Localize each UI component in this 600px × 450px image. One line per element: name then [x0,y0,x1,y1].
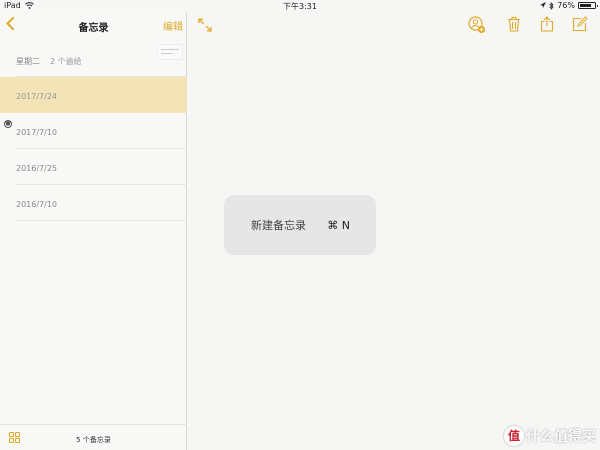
watermark-text: 什么值得买 [526,429,596,445]
note-item-2017-7-10[interactable]: ● 2017/7/10 [4,113,187,149]
sidebar-title: 备忘录 [78,23,109,34]
note-date: 星期二 [16,57,40,66]
note-editor[interactable]: 新建备忘录 ⌘ N [188,12,600,450]
sidebar-header: 备忘录 编辑 [0,12,187,38]
note-list: 星期二 2 个逾给 2017/7/24 ● 2017/7/10 2016/7/2… [0,41,187,221]
note-date: 2016/7/25 [16,164,58,173]
note-count: 5 个备忘录 [76,436,111,444]
watermark: 值 什么值得买 [504,426,596,446]
bluetooth-icon [549,1,554,10]
edit-button[interactable]: 编辑 [163,18,183,33]
shortcut-label: 新建备忘录 [251,219,306,232]
share-button[interactable] [539,16,555,32]
note-item-tuesday[interactable]: 星期二 2 个逾给 [16,41,187,77]
share-icon [540,16,554,32]
location-icon [540,2,547,8]
add-person-icon [468,16,486,34]
compose-button[interactable] [572,16,588,32]
note-date: 2016/7/10 [16,200,58,209]
note-item-2016-7-25[interactable]: 2016/7/25 [16,149,187,185]
note-date: 2017/7/24 [16,92,58,101]
note-thumbnail [157,44,183,60]
sidebar-footer: 5 个备忘录 [0,424,187,450]
keyboard-shortcut-popup: 新建备忘录 ⌘ N [224,195,376,255]
shortcut-key: ⌘ N [327,218,350,232]
status-right: 76% [540,1,598,10]
shared-person-icon: ● [4,120,12,128]
compose-icon [572,16,588,32]
status-bar: iPad 下午3:31 76% [0,0,600,12]
status-time: 下午3:31 [283,2,317,11]
battery-percent: 76% [557,1,575,10]
note-item-2016-7-10[interactable]: 2016/7/10 [16,185,187,221]
expand-button[interactable] [198,17,212,32]
expand-icon [198,18,212,32]
trash-icon [508,16,520,32]
note-attachments: 2 个逾给 [50,57,82,66]
delete-button[interactable] [506,16,522,32]
note-item-2017-7-24[interactable]: 2017/7/24 [0,77,187,113]
note-date: 2017/7/10 [16,128,58,137]
battery-fill [580,4,591,7]
notes-sidebar: 备忘录 编辑 星期二 2 个逾给 2017/7/24 ● 2017/7/10 2… [0,12,187,450]
add-person-button[interactable] [468,16,486,34]
watermark-logo: 值 [504,426,524,446]
battery-icon [578,2,598,9]
